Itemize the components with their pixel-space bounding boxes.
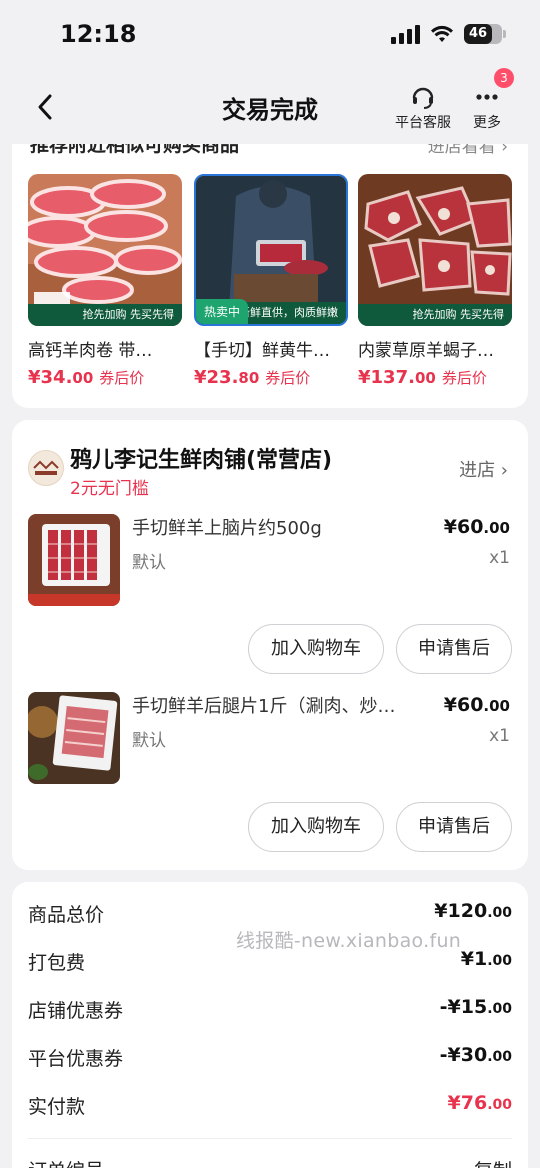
summary-value: -¥30.00 [439,1044,512,1066]
platform-service-button[interactable]: 平台客服 [392,84,454,132]
recommend-item[interactable]: 抢先加购 先买先得 高钙羊肉卷 带… ¥34.00 券后价 [28,174,182,388]
hot-selling-tag: 热卖中 [196,299,249,324]
recommend-item-price: ¥23.80 券后价 [194,367,311,388]
summary-label: 实付款 [28,1096,86,1118]
price-summary-card: 商品总价 ¥120.00 打包费 ¥1.00 店铺优惠券 -¥15.00 平台优… [12,882,528,1168]
recommend-item[interactable]: 抢先加购 先买先得 内蒙草原羊蝎子… ¥137.00 券后价 [358,174,512,388]
signal-icon [391,24,420,44]
goods-price: ¥60.00 [443,516,510,538]
headset-icon [412,87,434,109]
store-coupon-row: 店铺优惠券 -¥15.00 [28,996,512,1026]
goods-image [28,692,120,784]
notification-badge: 3 [494,68,514,88]
summary-value: -¥15.00 [439,996,512,1018]
add-to-cart-button[interactable]: 加入购物车 [248,624,384,674]
paid-amount-row: 实付款 ¥76.00 [28,1092,512,1122]
more-dots-icon [476,94,498,100]
summary-label: 商品总价 [28,904,105,926]
order-number-label: 订单编号 [28,1156,104,1168]
page-title: 交易完成 [222,96,318,124]
summary-label: 平台优惠券 [28,1048,124,1070]
recommend-banner: 抢先加购 先买先得 [28,304,182,326]
copy-order-number[interactable]: 复制 [474,1156,512,1168]
goods-title: 手切鲜羊上脑片约500g [132,518,322,539]
goods-quantity: x1 [489,548,510,568]
lamb-roll-image: 抢先加购 先买先得 [28,174,182,326]
watermark-text: 线报酷-new.xianbao.fun [236,930,462,952]
summary-value: ¥1.00 [460,948,512,970]
battery-level: 46 [464,24,492,44]
add-to-cart-button[interactable]: 加入购物车 [248,802,384,852]
goods-item[interactable]: 手切鲜羊上脑片约500g 默认 ¥60.00 x1 [28,514,512,610]
recommend-item-name: 内蒙草原羊蝎子… [358,341,494,361]
summary-label: 打包费 [28,952,86,974]
more-button[interactable]: 更多 [466,84,508,132]
goods-quantity: x1 [489,726,510,746]
enter-store-link[interactable]: 进店 › [459,456,508,482]
battery-icon: 46 [464,24,506,44]
order-card: 鸦儿李记生鲜肉铺(常营店) 2元无门槛 进店 › 手切鲜羊上脑片约500g 默认… [12,420,528,870]
recommend-card: 推荐附近相似可购买商品 进店看看 › 抢先加购 先买先得 高钙羊肉卷 带… ¥3… [12,114,528,408]
recommend-item-name: 高钙羊肉卷 带… [28,341,153,361]
goods-spec: 默认 [132,553,166,573]
paid-amount-value: ¥76.00 [447,1092,512,1114]
store-coupon-tag: 2元无门槛 [70,479,149,499]
after-sale-button[interactable]: 申请售后 [396,624,512,674]
store-logo[interactable] [28,450,64,486]
goods-price: ¥60.00 [443,694,510,716]
store-name[interactable]: 鸦儿李记生鲜肉铺(常营店) [70,442,332,474]
divider [28,1138,512,1139]
recommend-item-price: ¥137.00 券后价 [358,367,487,388]
lamb-spine-image: 抢先加购 先买先得 [358,174,512,326]
recommend-item[interactable]: 新鲜直供，肉质鲜嫩 热卖中 【手切】鲜黄牛… ¥23.80 券后价 [194,174,348,388]
wifi-icon [431,25,453,42]
summary-label: 店铺优惠券 [28,1000,124,1022]
goods-title: 手切鲜羊后腿片1斤（涮肉、炒… [132,696,396,717]
status-time: 12:18 [60,20,137,48]
beef-chef-image: 新鲜直供，肉质鲜嫩 热卖中 [194,174,348,326]
nav-bar: 交易完成 平台客服 更多 [0,72,540,144]
goods-spec: 默认 [132,731,166,751]
goods-image [28,514,120,606]
more-label: 更多 [473,115,501,131]
status-bar: 12:18 46 [0,0,540,72]
recommend-item-price: ¥34.00 券后价 [28,367,145,388]
platform-coupon-row: 平台优惠券 -¥30.00 [28,1044,512,1074]
service-label: 平台客服 [395,115,451,131]
after-sale-button[interactable]: 申请售后 [396,802,512,852]
recommend-item-name: 【手切】鲜黄牛… [194,341,330,361]
status-icons: 46 [391,24,506,44]
goods-item[interactable]: 手切鲜羊后腿片1斤（涮肉、炒… 默认 ¥60.00 x1 [28,692,512,788]
summary-value: ¥120.00 [434,900,512,922]
store-logo-mark [33,460,59,475]
recommend-banner: 抢先加购 先买先得 [358,304,512,326]
